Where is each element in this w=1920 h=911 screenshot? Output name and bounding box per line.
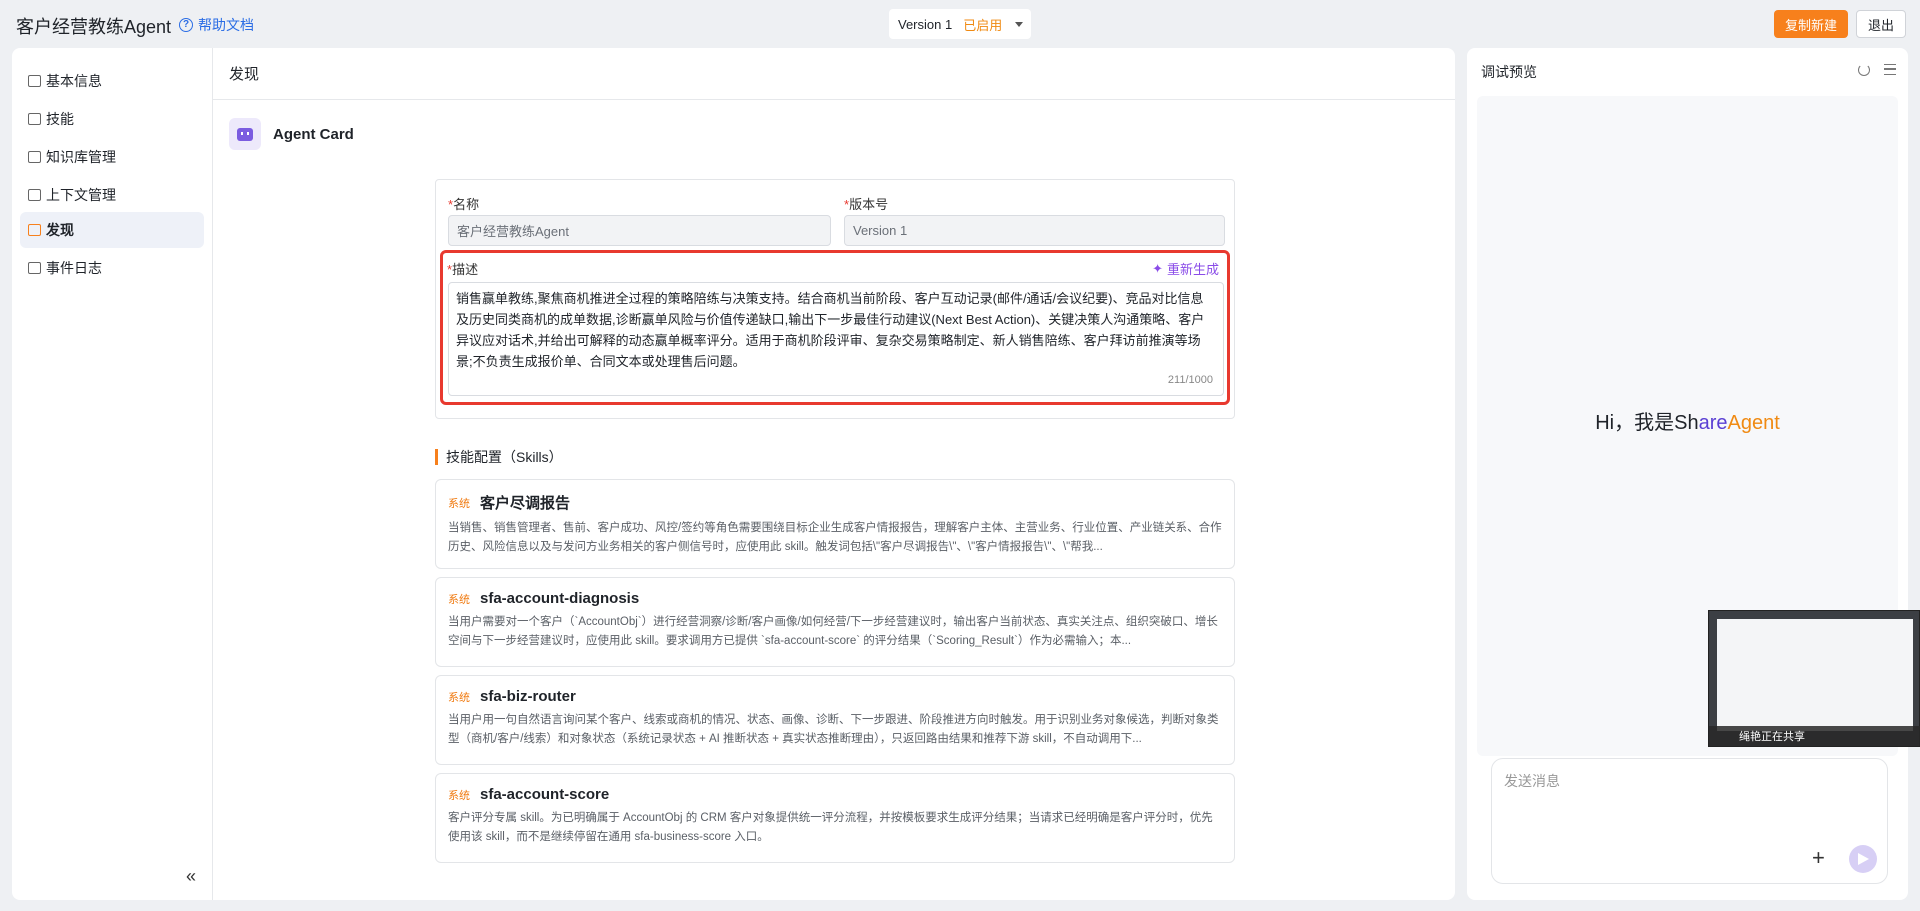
discover-icon [28, 224, 41, 236]
settings-sliders-icon[interactable] [1884, 64, 1896, 75]
description-textarea[interactable]: 销售赢单教练,聚焦商机推进全过程的策略陪练与决策支持。结合商机当前阶段、客户互动… [448, 282, 1224, 396]
sidebar-item-label: 知识库管理 [46, 149, 116, 165]
regenerate-label: 重新生成 [1166, 262, 1219, 277]
skill-system-tag: 系统 [448, 691, 470, 704]
chevron-down-icon [1015, 21, 1023, 27]
screen-share-thumbnail[interactable]: 绳艳正在共享 [1708, 610, 1920, 747]
sidebar: 基本信息 技能 知识库管理 上下文管理 发现 事件日志 « [12, 48, 213, 900]
agent-card-header: Agent Card [229, 118, 354, 150]
sharing-label: 绳艳正在共享 [1739, 731, 1805, 743]
skill-name: sfa-biz-router [480, 688, 576, 705]
skill-card[interactable]: 系统 sfa-account-diagnosis 当用户需要对一个客户（`Acc… [435, 577, 1235, 667]
skill-description: 当用户用一句自然语言询问某个客户、线索或商机的情况、状态、画像、诊断、下一步跟进… [448, 714, 1219, 745]
description-text: 销售赢单教练,聚焦商机推进全过程的策略陪练与决策支持。结合商机当前阶段、客户互动… [456, 291, 1205, 369]
greeting-text: Hi，我是ShareAgent [1595, 412, 1780, 434]
sidebar-item-event-log[interactable]: 事件日志 [20, 250, 204, 286]
skill-system-tag: 系统 [448, 497, 470, 510]
version-select[interactable]: Version 1 已启用 [889, 9, 1031, 39]
help-docs-link[interactable]: ? 帮助文档 [179, 15, 254, 35]
sidebar-item-context[interactable]: 上下文管理 [20, 177, 204, 213]
message-composer: + [1491, 758, 1888, 884]
skill-card[interactable]: 系统 sfa-account-score 客户评分专属 skill。为已明确属于… [435, 773, 1235, 863]
help-docs-label: 帮助文档 [198, 17, 254, 33]
name-field[interactable]: 客户经营教练Agent [448, 215, 831, 246]
skill-description: 当销售、销售管理者、售前、客户成功、风控/签约等角色需要围绕目标企业生成客户情报… [448, 522, 1222, 553]
description-highlight: *描述 ✦ 重新生成 销售赢单教练,聚焦商机推进全过程的策略陪练与决策支持。结合… [440, 250, 1230, 405]
list-icon [28, 113, 41, 125]
agent-card-form: *名称 客户经营教练Agent *版本号 Version 1 *描述 ✦ 重新生… [435, 179, 1235, 419]
sidebar-item-discover[interactable]: 发现 [20, 212, 204, 248]
collapse-sidebar-icon[interactable]: « [186, 866, 196, 887]
skills-title-text: 技能配置（Skills） [446, 449, 563, 465]
sidebar-item-basic-info[interactable]: 基本信息 [20, 63, 204, 99]
skill-description: 客户评分专属 skill。为已明确属于 AccountObj 的 CRM 客户对… [448, 812, 1213, 843]
sidebar-item-label: 基本信息 [46, 73, 102, 89]
info-card-icon [28, 75, 41, 87]
skill-system-tag: 系统 [448, 593, 470, 606]
version-label: *版本号 [844, 197, 889, 212]
app-title: 客户经营教练Agent [16, 17, 172, 37]
agent-card-title: Agent Card [273, 125, 354, 143]
main-panel: 发现 Agent Card *名称 客户经营教练Agent *版本号 Versi… [213, 48, 1455, 900]
description-label: *描述 [447, 262, 479, 277]
sidebar-item-knowledge-base[interactable]: 知识库管理 [20, 139, 204, 175]
regenerate-button[interactable]: ✦ 重新生成 [1152, 259, 1219, 278]
version-status-badge: 已启用 [963, 17, 1003, 33]
exit-button[interactable]: 退出 [1856, 10, 1906, 38]
message-input[interactable] [1504, 773, 1864, 789]
sidebar-item-label: 发现 [46, 222, 74, 238]
debug-preview-panel: 调试预览 Hi，我是ShareAgent + [1467, 48, 1908, 900]
book-icon [28, 151, 41, 163]
sidebar-item-label: 事件日志 [46, 260, 102, 276]
screen-share-preview [1717, 619, 1913, 731]
help-circle-icon: ? [179, 18, 193, 32]
preview-title: 调试预览 [1481, 64, 1537, 80]
screen-share-status: 绳艳正在共享 [1709, 726, 1920, 746]
context-icon [28, 189, 41, 201]
section-accent-bar [435, 449, 438, 465]
sidebar-item-label: 上下文管理 [46, 187, 116, 203]
magic-wand-icon: ✦ [1152, 260, 1163, 276]
top-bar: 客户经营教练Agent ? 帮助文档 Version 1 已启用 复制新建 退出 [0, 0, 1920, 48]
plus-icon[interactable]: + [1812, 845, 1825, 871]
skills-section-title: 技能配置（Skills） [435, 447, 563, 467]
sidebar-item-label: 技能 [46, 111, 74, 127]
send-icon[interactable] [1849, 845, 1877, 873]
preview-toolbar [1858, 64, 1896, 76]
sidebar-item-skills[interactable]: 技能 [20, 101, 204, 137]
skill-card[interactable]: 系统 客户尽调报告 当销售、销售管理者、售前、客户成功、风控/签约等角色需要围绕… [435, 479, 1235, 569]
page-title: 发现 [213, 48, 1455, 100]
name-label: *名称 [448, 197, 480, 212]
skill-card[interactable]: 系统 sfa-biz-router 当用户用一句自然语言询问某个客户、线索或商机… [435, 675, 1235, 765]
skill-name: sfa-account-score [480, 786, 610, 803]
skill-description: 当用户需要对一个客户（`AccountObj`）进行经营洞察/诊断/客户画像/如… [448, 616, 1218, 647]
version-field[interactable]: Version 1 [844, 215, 1225, 246]
skill-system-tag: 系统 [448, 789, 470, 802]
skill-name: sfa-account-diagnosis [480, 590, 640, 607]
robot-icon [229, 118, 261, 150]
log-icon [28, 262, 41, 274]
copy-new-button[interactable]: 复制新建 [1774, 10, 1848, 38]
refresh-icon[interactable] [1858, 64, 1870, 76]
skill-name: 客户尽调报告 [480, 495, 571, 512]
char-counter: 211/1000 [1167, 374, 1213, 386]
version-select-value: Version 1 [898, 16, 953, 32]
